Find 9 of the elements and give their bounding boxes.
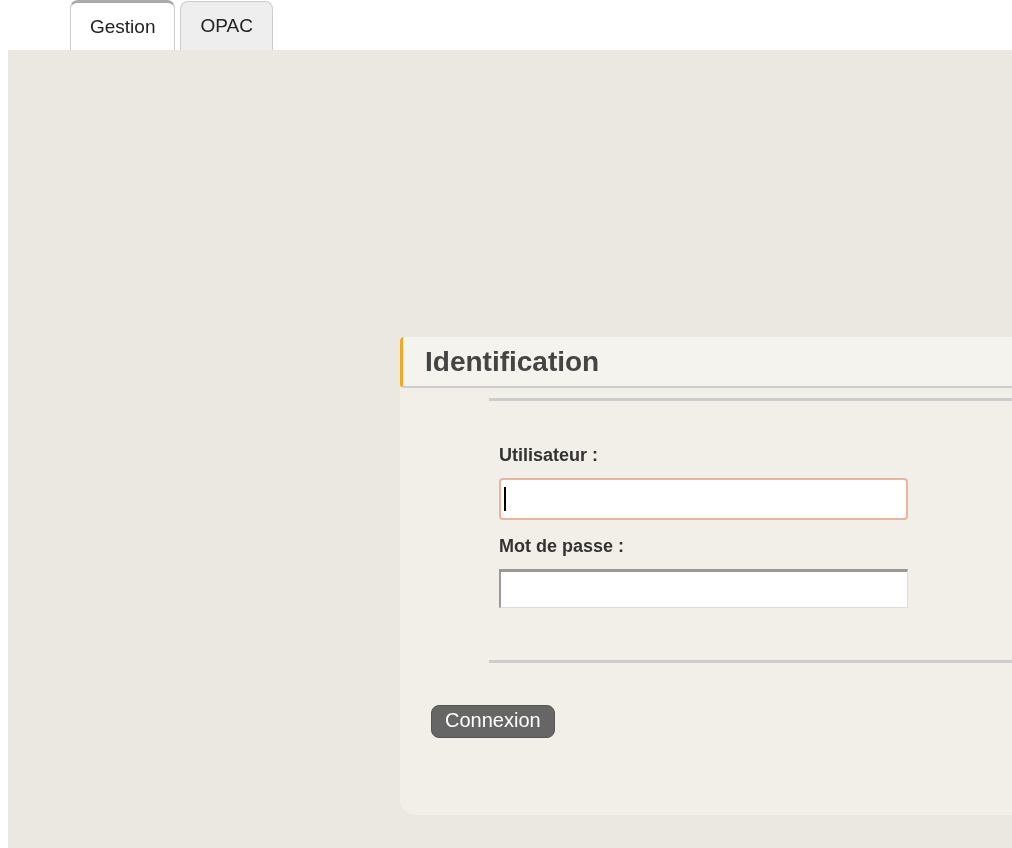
text-cursor	[504, 487, 506, 511]
panel-title: Identification	[400, 337, 1012, 388]
tab[interactable]: Gestion	[70, 0, 176, 50]
field-label: Mot de passe :	[499, 536, 626, 557]
login-button[interactable]: Connexion	[431, 705, 555, 738]
input-field[interactable]	[499, 569, 908, 608]
input-field[interactable]	[499, 478, 908, 520]
tab[interactable]: OPAC	[180, 1, 273, 50]
field-label: Utilisateur :	[499, 445, 600, 466]
